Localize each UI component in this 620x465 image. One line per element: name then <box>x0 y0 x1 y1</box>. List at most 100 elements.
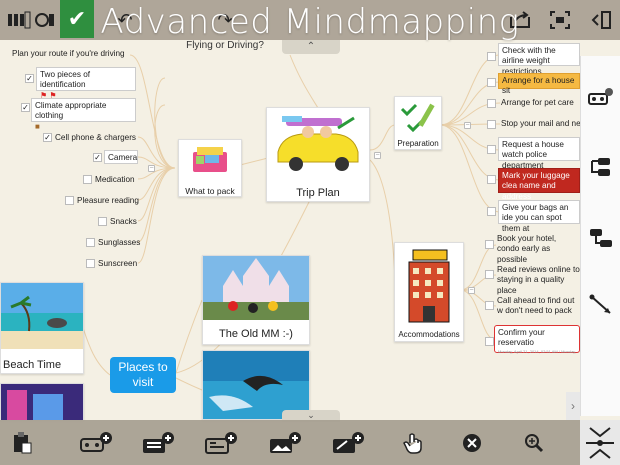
chevron-right-icon[interactable]: › <box>566 392 580 420</box>
checklist-icon <box>400 103 435 133</box>
item-checkbox[interactable] <box>487 175 496 184</box>
topic-label: Accommodations <box>398 330 460 339</box>
list-item-selected[interactable]: Confirm your reservatio Monday, April 21… <box>494 325 580 354</box>
item-checkbox[interactable]: ✓ <box>21 103 30 112</box>
list-item[interactable]: Snacks <box>110 217 137 227</box>
list-item[interactable]: Book your hotel, condo early as possible <box>497 234 580 265</box>
item-checkbox[interactable] <box>65 196 74 205</box>
item-checkbox[interactable] <box>487 99 496 108</box>
list-item[interactable]: Arrange for a house sit <box>498 73 580 95</box>
touch-mode-icon[interactable] <box>396 428 432 458</box>
item-checkbox[interactable] <box>485 337 494 346</box>
list-item[interactable]: Check with the airline weight restrictio… <box>498 43 580 76</box>
item-label: Arrange for pet care <box>501 98 574 107</box>
item-checkbox[interactable] <box>485 270 494 279</box>
add-note-icon[interactable] <box>140 428 176 458</box>
item-checkbox[interactable] <box>485 301 494 310</box>
collapse-up-toggle[interactable]: ⌃ <box>282 40 340 54</box>
collapse-panel-icon[interactable] <box>585 6 615 34</box>
item-checkbox[interactable]: ✓ <box>93 153 102 162</box>
topic-preparation[interactable]: Preparation <box>394 96 442 150</box>
connection-icon[interactable] <box>587 291 615 319</box>
add-topic-icon[interactable] <box>78 428 114 458</box>
topic-beach-time[interactable]: Beach Time <box>0 282 84 374</box>
list-item[interactable]: Stop your mail and new <box>501 119 587 129</box>
paste-icon[interactable] <box>4 428 40 458</box>
list-item[interactable]: Pleasure reading <box>77 196 139 206</box>
item-checkbox[interactable]: ✓ <box>43 133 52 142</box>
list-item[interactable]: Call ahead to find out w don't need to p… <box>497 296 580 317</box>
list-item[interactable]: Cell phone & chargers <box>55 133 136 143</box>
item-label: Medication <box>95 175 135 184</box>
add-textbox-icon[interactable] <box>203 428 239 458</box>
share-icon[interactable] <box>505 6 535 34</box>
collapse-toggle[interactable]: − <box>468 287 475 294</box>
right-sidebar <box>580 56 620 416</box>
item-checkbox[interactable] <box>98 217 107 226</box>
list-item[interactable]: Read reviews online to staying in a qual… <box>497 265 580 296</box>
undo-icon[interactable]: ↶ <box>110 6 140 34</box>
list-item[interactable]: Give your bags an ide you can spot them … <box>498 200 580 233</box>
topic-trip-plan[interactable]: Trip Plan <box>266 107 370 202</box>
suitcase-icon <box>193 147 227 172</box>
list-item[interactable]: Climate appropriate clothing ■ <box>31 98 136 131</box>
topic-accommodations[interactable]: Accommodations <box>394 242 464 342</box>
item-label: Stop your mail and new <box>501 119 587 128</box>
topic-places-to-visit[interactable]: Places to visit <box>110 357 176 393</box>
topic-old-mm[interactable]: The Old MM :-) <box>202 255 310 345</box>
item-checkbox[interactable] <box>83 175 92 184</box>
item-checkbox[interactable] <box>487 52 496 61</box>
collapse-toggle[interactable]: − <box>374 152 381 159</box>
zoom-icon[interactable] <box>516 428 552 458</box>
item-checkbox[interactable] <box>487 120 496 129</box>
castle-photo-icon <box>203 256 309 320</box>
item-checkbox[interactable] <box>487 207 496 216</box>
item-label: Confirm your reservatio <box>498 328 545 348</box>
item-label: Cell phone & chargers <box>55 133 137 142</box>
menu-icon[interactable] <box>30 6 60 34</box>
list-item[interactable]: Arrange for pet care <box>501 98 574 108</box>
item-checkbox[interactable] <box>487 78 496 87</box>
list-item[interactable]: Two pieces of identification ⚑ ⚑ <box>36 67 136 100</box>
item-label: Sunscreen <box>98 259 138 268</box>
item-label: Camera <box>108 153 138 162</box>
checkmark-icon[interactable]: ✔ <box>60 0 94 38</box>
topic-info-icon[interactable] <box>587 84 615 112</box>
item-label: Book your hotel, condo early as possible <box>497 234 557 264</box>
topic-city-photo[interactable] <box>0 383 84 420</box>
collapse-all-icon <box>586 427 614 459</box>
collapse-toggle[interactable]: − <box>148 165 155 172</box>
list-item[interactable]: Mark your luggage clea name and address <box>498 168 580 201</box>
collapse-toggle[interactable]: − <box>464 122 471 129</box>
redo-icon[interactable]: ↷ <box>210 6 240 34</box>
topic-label: Preparation <box>397 139 439 148</box>
fit-screen-icon[interactable] <box>545 6 575 34</box>
list-item[interactable]: Sunscreen <box>98 259 137 269</box>
item-label: Call ahead to find out w don't need to p… <box>497 296 575 316</box>
topic-style-icon[interactable] <box>587 153 615 181</box>
item-checkbox[interactable]: ✓ <box>25 74 34 83</box>
topic-what-to-pack[interactable]: What to pack <box>178 139 242 197</box>
collapse-all-button[interactable] <box>580 420 620 465</box>
delete-icon[interactable] <box>454 428 490 458</box>
add-link-icon[interactable] <box>330 428 366 458</box>
topic-label: What to pack <box>185 186 235 196</box>
item-label: Two pieces of identification <box>40 70 91 90</box>
list-item[interactable]: Medication <box>95 175 135 185</box>
bottom-toolbar <box>0 420 620 465</box>
floating-topic-label[interactable]: Flying or Driving? <box>175 40 275 56</box>
list-item[interactable]: Request a house watch police department <box>498 137 580 170</box>
mindmap-canvas[interactable]: Plan your route if you're driving ✓ Two … <box>0 0 620 465</box>
item-checkbox[interactable] <box>86 238 95 247</box>
top-toolbar: ✔ ↶ ↷ Advanced Mindmapping <box>0 0 620 42</box>
layout-icon[interactable] <box>587 224 615 252</box>
list-item[interactable]: Sunglasses <box>98 238 140 248</box>
date-subtext: Monday, April 21, 2014, 02:51 AM / Monda… <box>498 348 576 354</box>
topic-label: Beach Time <box>3 359 62 371</box>
item-checkbox[interactable] <box>485 240 494 249</box>
item-checkbox[interactable] <box>86 259 95 268</box>
list-item[interactable]: Camera <box>104 150 138 164</box>
list-item[interactable]: Plan your route if you're driving <box>12 49 125 59</box>
item-checkbox[interactable] <box>487 145 496 154</box>
add-image-icon[interactable] <box>267 428 303 458</box>
